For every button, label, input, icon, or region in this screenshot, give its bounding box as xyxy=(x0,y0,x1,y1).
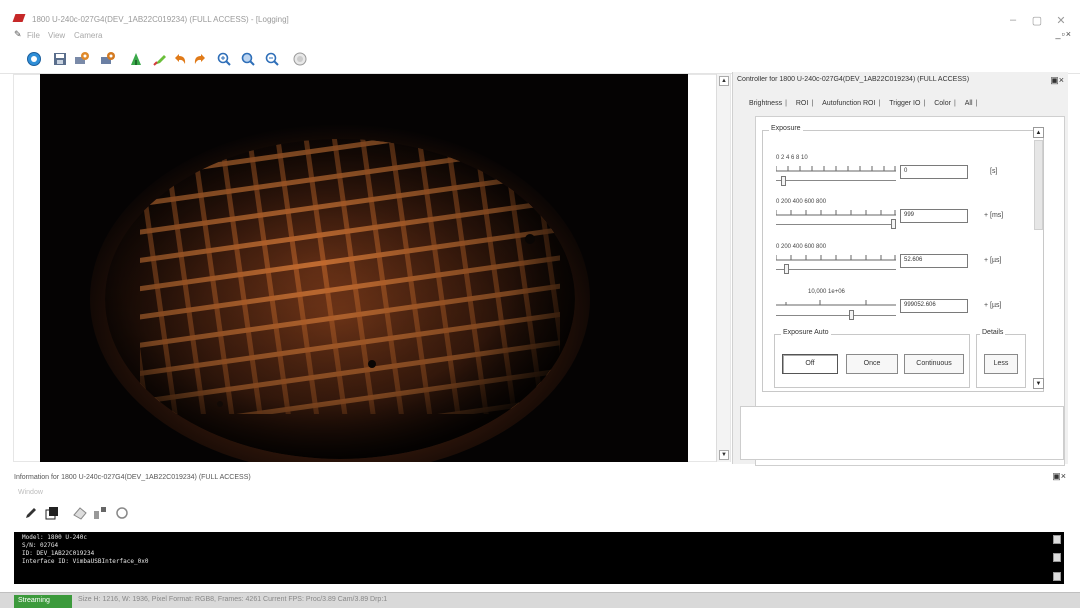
exposure-auto-off-button[interactable]: Off xyxy=(782,354,838,374)
slider-total-track[interactable] xyxy=(776,315,896,316)
controller-scrollbar[interactable]: ▲ ▼ xyxy=(1033,127,1045,389)
console-line: Model: 1800 U-240c xyxy=(22,534,88,541)
slider-ms-thumb[interactable] xyxy=(890,219,896,229)
controller-scroll-down-icon[interactable]: ▼ xyxy=(1033,378,1044,389)
stream-details: Size H: 1216, W: 1936, Pixel Format: RGB… xyxy=(78,596,388,603)
window-title: 1800 U-240c-027G4(DEV_1AB22C019234) (FUL… xyxy=(32,15,289,24)
slider-ms-tick-labels: 0 200 400 600 800 xyxy=(776,199,827,205)
info-menu-window[interactable]: Window xyxy=(18,489,43,496)
exposure-auto-label: Exposure Auto xyxy=(781,329,831,336)
exposure-seconds-input[interactable]: 0 xyxy=(900,165,968,179)
eraser-icon[interactable] xyxy=(72,505,88,521)
menu-file[interactable]: File xyxy=(27,31,40,40)
slider-us-thumb[interactable] xyxy=(784,264,790,274)
controller-close-icon[interactable]: ▣× xyxy=(1050,75,1064,86)
slider-us-track[interactable] xyxy=(776,269,896,270)
tab-color[interactable]: Color xyxy=(934,100,951,107)
info-panel-close-icon[interactable]: ▣× xyxy=(1052,471,1066,482)
pencil-icon[interactable] xyxy=(24,506,38,520)
main-toolbar xyxy=(0,46,1080,74)
info-console: Model: 1800 U-240c S/N: 027G4 ID: DEV_1A… xyxy=(14,532,1064,584)
slider-total-thumb[interactable] xyxy=(848,310,854,320)
exposure-total-input[interactable]: 999052.606 xyxy=(900,299,968,313)
exposure-auto-once-button[interactable]: Once xyxy=(846,354,898,374)
slider-ms-track[interactable] xyxy=(776,224,896,225)
image-vertical-scrollbar[interactable]: ▲ ▼ xyxy=(716,74,730,462)
tab-roi[interactable]: ROI xyxy=(796,100,808,107)
slider-seconds-track[interactable] xyxy=(776,180,896,181)
histogram-icon[interactable] xyxy=(128,51,144,67)
connect-icon[interactable] xyxy=(26,51,42,67)
tab-brightness[interactable]: Brightness xyxy=(749,100,782,107)
mdi-window-controls[interactable]: _▫× xyxy=(1056,29,1072,39)
console-line: ID: DEV_1AB22C019234 xyxy=(22,550,95,557)
pen-icon: ✎ xyxy=(14,29,22,39)
details-less-button[interactable]: Less xyxy=(984,354,1018,374)
slider-us-ticks xyxy=(776,255,896,261)
app-logo-icon xyxy=(12,14,26,22)
camera-frame-image xyxy=(40,74,688,462)
details-label: Details xyxy=(980,329,1006,336)
console-scroll-thumb[interactable] xyxy=(1053,553,1061,562)
slider-seconds-thumb[interactable] xyxy=(780,176,786,186)
exposure-auto-continuous-button[interactable]: Continuous xyxy=(904,354,964,374)
info-panel-title: Information for 1800 U-240c-027G4(DEV_1A… xyxy=(14,474,251,481)
console-scrollbar[interactable] xyxy=(1053,535,1061,581)
info-toolbar xyxy=(18,502,218,524)
menu-bar: ✎ File View Camera _▫× xyxy=(0,29,1080,45)
exposure-group-label: Exposure xyxy=(769,125,803,132)
settings-camera2-icon[interactable] xyxy=(100,51,116,67)
redo-icon[interactable] xyxy=(192,51,208,67)
exposure-us-input[interactable]: 52.606 xyxy=(900,254,968,268)
controller-tabs: Brightness | ROI | Autofunction ROI | Trigg… xyxy=(749,100,978,107)
refresh-icon[interactable] xyxy=(114,505,130,521)
slider-seconds-ticks xyxy=(776,166,896,172)
console-scroll-down-icon[interactable] xyxy=(1053,572,1061,581)
save-icon[interactable] xyxy=(52,51,68,67)
exposure-ms-unit: + [ms] xyxy=(984,212,1004,219)
menu-view[interactable]: View xyxy=(48,31,65,40)
controller-description-box xyxy=(740,406,1064,460)
tab-trigger-io[interactable]: Trigger IO xyxy=(889,100,920,107)
scroll-down-icon[interactable]: ▼ xyxy=(719,450,729,460)
controller-title: Controller for 1800 U-240c-027G4(DEV_1AB… xyxy=(737,76,970,83)
settings-camera-icon[interactable] xyxy=(74,51,90,67)
zoom-fit-icon[interactable] xyxy=(240,51,256,67)
undo-icon[interactable] xyxy=(172,51,188,67)
zoom-out-icon[interactable] xyxy=(264,51,280,67)
slider-us-tick-labels: 0 200 400 600 800 xyxy=(776,244,827,250)
controller-scroll-up-icon[interactable]: ▲ xyxy=(1033,127,1044,138)
exposure-total-unit: + [µs] xyxy=(984,302,1002,309)
info-panel: Information for 1800 U-240c-027G4(DEV_1A… xyxy=(0,468,1080,592)
console-scroll-up-icon[interactable] xyxy=(1053,535,1061,544)
slider-total-ticks xyxy=(776,300,896,306)
exposure-us-unit: + [µs] xyxy=(984,257,1002,264)
slider-seconds-tick-labels: 0 2 4 6 8 10 xyxy=(776,155,808,161)
streaming-status-badge: Streaming xyxy=(14,595,72,608)
minimize-button[interactable]: – xyxy=(1006,14,1020,26)
menu-camera[interactable]: Camera xyxy=(74,31,102,40)
reset-icon[interactable] xyxy=(292,51,308,67)
slider-ms-ticks xyxy=(776,210,896,216)
console-line: S/N: 027G4 xyxy=(22,542,59,549)
tab-autofunction-roi[interactable]: Autofunction ROI xyxy=(822,100,875,107)
controller-scroll-thumb[interactable] xyxy=(1034,140,1043,230)
maximize-button[interactable]: ▢ xyxy=(1030,14,1044,27)
console-line: Interface ID: VimbaUSBInterface_0x0 xyxy=(22,558,149,565)
title-bar: 1800 U-240c-027G4(DEV_1AB22C019234) (FUL… xyxy=(0,0,1080,30)
zoom-in-icon[interactable] xyxy=(216,51,232,67)
close-button[interactable]: ✕ xyxy=(1054,14,1068,27)
filter-icon[interactable] xyxy=(92,505,108,521)
slider-total-tick-labels: 10,000 1e+06 xyxy=(808,289,845,295)
status-bar: Streaming Size H: 1216, W: 1936, Pixel F… xyxy=(0,592,1080,608)
scroll-up-icon[interactable]: ▲ xyxy=(719,76,729,86)
copy-window-icon[interactable] xyxy=(44,505,60,521)
exposure-seconds-unit: [s] xyxy=(990,168,998,175)
exposure-ms-input[interactable]: 999 xyxy=(900,209,968,223)
tab-all[interactable]: All xyxy=(965,100,973,107)
draw-icon[interactable] xyxy=(152,51,168,67)
